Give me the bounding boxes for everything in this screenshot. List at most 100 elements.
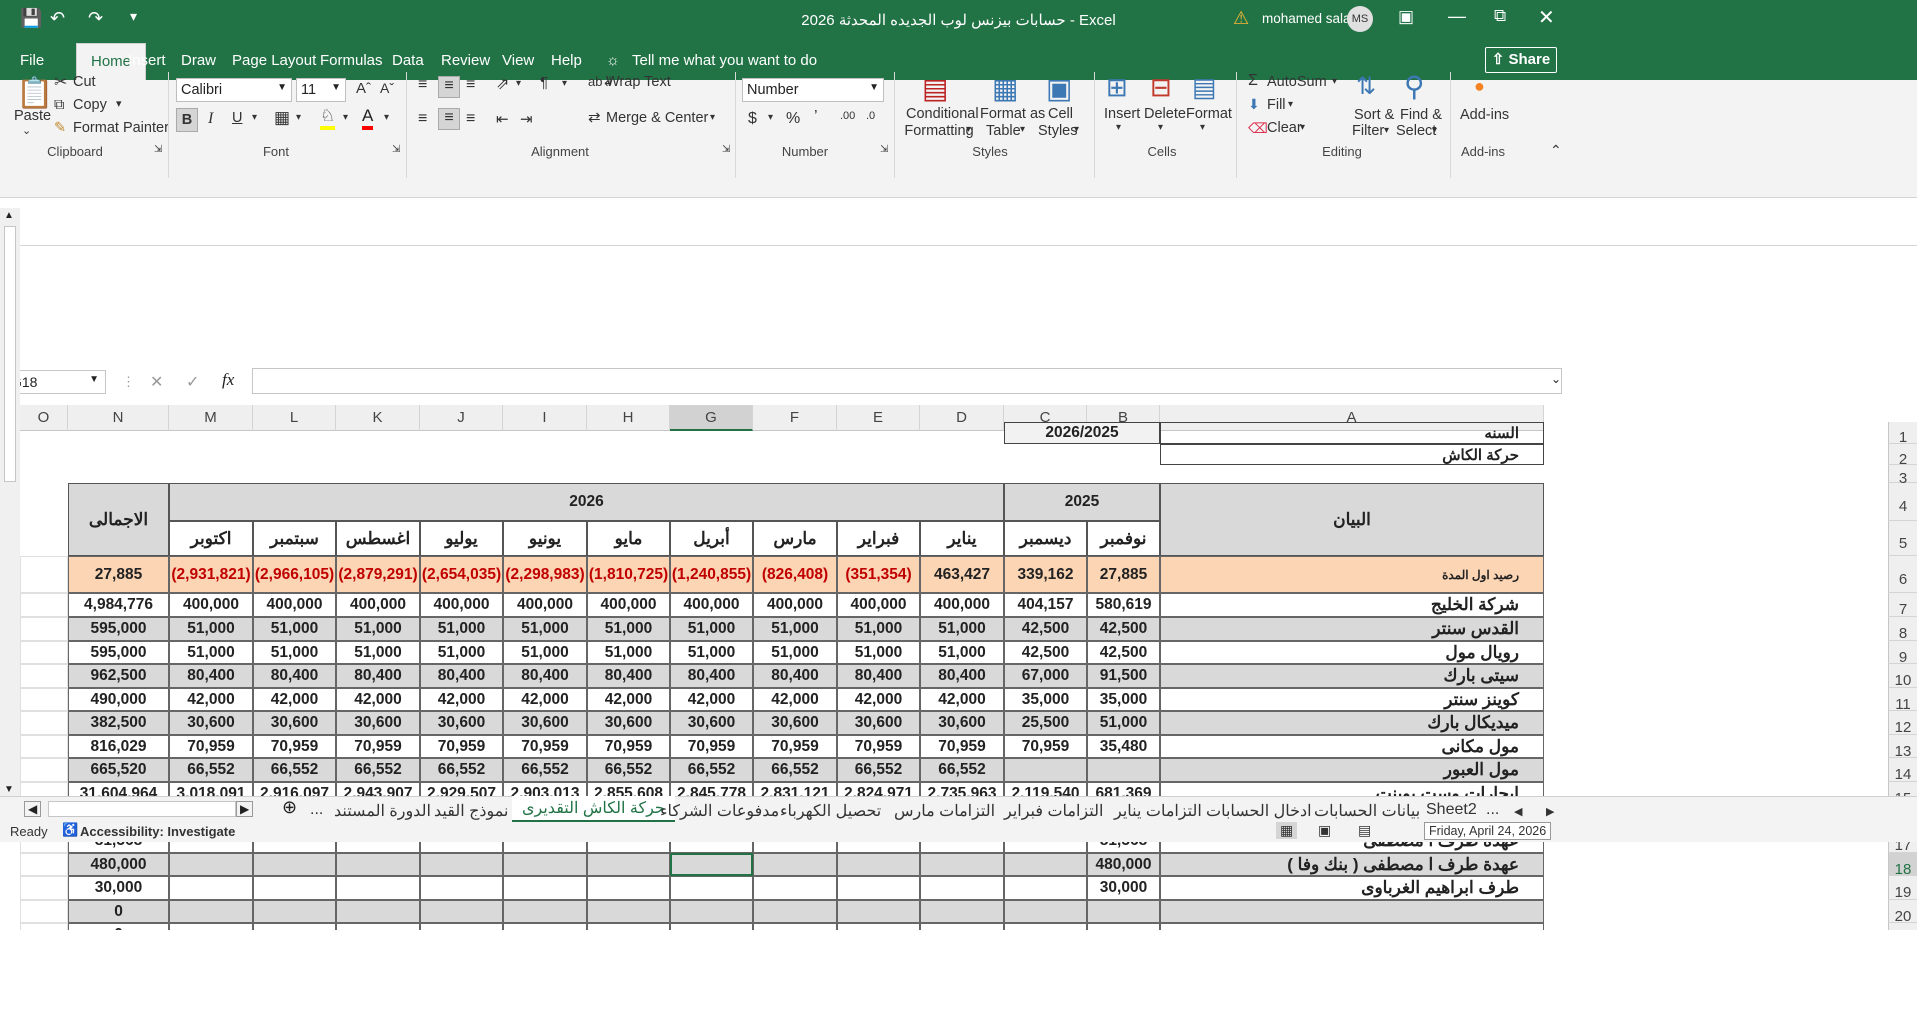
cell-m18[interactable] <box>169 853 253 876</box>
cell-i6[interactable]: (2,298,983) <box>503 556 587 593</box>
header-month-l[interactable]: سبتمبر <box>253 521 336 556</box>
cell-n14[interactable]: 665,520 <box>68 758 169 782</box>
cell-k21[interactable] <box>336 923 420 930</box>
cell-i18[interactable] <box>503 853 587 876</box>
cell-c11[interactable]: 35,000 <box>1004 688 1087 711</box>
scroll-thumb[interactable] <box>4 226 16 482</box>
cell-d10[interactable]: 80,400 <box>920 664 1004 688</box>
cell-k12[interactable]: 30,600 <box>336 711 420 735</box>
header-month-e[interactable]: فبراير <box>837 521 920 556</box>
sheet-tab-3[interactable]: التزامات يناير <box>1114 801 1202 821</box>
conditional-dropdown-icon[interactable]: ▾ <box>966 124 971 135</box>
cell-c9[interactable]: 42,500 <box>1004 641 1087 664</box>
hscroll-left-icon[interactable]: ◀ <box>24 801 42 817</box>
column-header-f[interactable]: F <box>753 405 837 431</box>
cell-h12[interactable]: 30,600 <box>587 711 670 735</box>
cell-i12[interactable]: 30,600 <box>503 711 587 735</box>
underline-dropdown-icon[interactable]: ▾ <box>252 112 257 123</box>
sheet-tab-4[interactable]: التزامات فبراير <box>1004 801 1103 821</box>
merge-icon[interactable]: ⇄ <box>588 108 601 126</box>
paste-button[interactable]: Paste <box>14 108 51 124</box>
column-header-h[interactable]: H <box>587 405 670 431</box>
cell-c18[interactable] <box>1004 853 1087 876</box>
cell-j13[interactable]: 70,959 <box>420 735 503 758</box>
header-month-j[interactable]: يوليو <box>420 521 503 556</box>
cell-e6[interactable]: (351,354) <box>837 556 920 593</box>
fill-icon[interactable]: ⬇ <box>1248 96 1260 113</box>
scroll-down-icon[interactable]: ▼ <box>4 784 14 795</box>
align-top-icon[interactable]: ≡ <box>418 76 427 94</box>
cell-c19[interactable] <box>1004 876 1087 900</box>
cell-d8[interactable]: 51,000 <box>920 617 1004 641</box>
cell-e12[interactable]: 30,600 <box>837 711 920 735</box>
row-header-5[interactable]: 5 <box>1888 521 1917 556</box>
decrease-decimal-icon[interactable]: .0 <box>866 110 875 122</box>
cell-h13[interactable]: 70,959 <box>587 735 670 758</box>
header-year-2025[interactable]: 2025 <box>1004 483 1160 521</box>
text-direction-icon[interactable]: ¶ <box>540 74 548 91</box>
copy-icon[interactable]: ⧉ <box>54 97 64 113</box>
merge-dropdown-icon[interactable]: ▾ <box>710 112 715 123</box>
cell-e7[interactable]: 400,000 <box>837 593 920 617</box>
cell-k20[interactable] <box>336 900 420 923</box>
cell-e20[interactable] <box>837 900 920 923</box>
tab-insert[interactable]: Insert <box>128 52 166 69</box>
increase-indent-icon[interactable]: ⇥ <box>520 110 533 128</box>
cell-k19[interactable] <box>336 876 420 900</box>
cell-l6[interactable]: (2,966,105) <box>253 556 336 593</box>
cell-n19[interactable]: 30,000 <box>68 876 169 900</box>
row-label[interactable]: كوينز سنتر <box>1160 688 1544 711</box>
row-label[interactable]: القدس سنتر <box>1160 617 1544 641</box>
row-header-4[interactable]: 4 <box>1888 483 1917 521</box>
header-month-b[interactable]: نوفمبر <box>1087 521 1160 556</box>
cell-h21[interactable] <box>587 923 670 930</box>
cell-o7[interactable] <box>20 593 68 617</box>
row-label[interactable]: رصيد اول المدة <box>1160 556 1544 593</box>
cell-c12[interactable]: 25,500 <box>1004 711 1087 735</box>
cell-h8[interactable]: 51,000 <box>587 617 670 641</box>
sheet-tab-5[interactable]: التزامات مارس <box>894 801 995 821</box>
cell-c20[interactable] <box>1004 900 1087 923</box>
cell-e19[interactable] <box>837 876 920 900</box>
cell-h14[interactable]: 66,552 <box>587 758 670 782</box>
cell-k11[interactable]: 42,000 <box>336 688 420 711</box>
sort-dropdown-icon[interactable]: ▾ <box>1384 125 1389 136</box>
cell-b10[interactable]: 91,500 <box>1087 664 1160 688</box>
cell-l20[interactable] <box>253 900 336 923</box>
row-label[interactable]: ميديكال بارك <box>1160 711 1544 735</box>
cell-f10[interactable]: 80,400 <box>753 664 837 688</box>
cell-e11[interactable]: 42,000 <box>837 688 920 711</box>
find-select-button[interactable]: Find & <box>1400 107 1442 123</box>
cell-l7[interactable]: 400,000 <box>253 593 336 617</box>
cell-n6[interactable]: 27,885 <box>68 556 169 593</box>
copy-dropdown-icon[interactable]: ▾ <box>116 97 122 110</box>
decrease-indent-icon[interactable]: ⇤ <box>496 110 509 128</box>
sheet-tab-1[interactable]: بيانات الحسابات <box>1314 801 1420 821</box>
row-header-7[interactable]: 7 <box>1888 593 1917 618</box>
cell-c10[interactable]: 67,000 <box>1004 664 1087 688</box>
cell-styles-dropdown-icon[interactable]: ▾ <box>1074 124 1079 135</box>
insert-dropdown-icon[interactable]: ▾ <box>1116 122 1121 133</box>
cell-i9[interactable]: 51,000 <box>503 641 587 664</box>
row-label[interactable]: مول مكانى <box>1160 735 1544 758</box>
row-label[interactable] <box>1160 923 1544 930</box>
cell-e10[interactable]: 80,400 <box>837 664 920 688</box>
header-month-c[interactable]: ديسمبر <box>1004 521 1087 556</box>
row-header-6[interactable]: 6 <box>1888 556 1917 593</box>
increase-decimal-icon[interactable]: .00 <box>840 110 855 122</box>
cell-o11[interactable] <box>20 688 68 711</box>
column-header-m[interactable]: M <box>169 405 253 431</box>
borders-dropdown-icon[interactable]: ▾ <box>296 112 301 123</box>
cell-i20[interactable] <box>503 900 587 923</box>
column-header-j[interactable]: J <box>420 405 503 431</box>
cell-m11[interactable]: 42,000 <box>169 688 253 711</box>
format-cells-button[interactable]: Format <box>1186 106 1232 122</box>
header-month-d[interactable]: يناير <box>920 521 1004 556</box>
row-header-19[interactable]: 19 <box>1888 876 1917 901</box>
cell-n7[interactable]: 4,984,776 <box>68 593 169 617</box>
cell-f6[interactable]: (826,408) <box>753 556 837 593</box>
cell-l11[interactable]: 42,000 <box>253 688 336 711</box>
cell-c8[interactable]: 42,500 <box>1004 617 1087 641</box>
autosum-icon[interactable]: Σ <box>1248 72 1258 90</box>
cell-m14[interactable]: 66,552 <box>169 758 253 782</box>
